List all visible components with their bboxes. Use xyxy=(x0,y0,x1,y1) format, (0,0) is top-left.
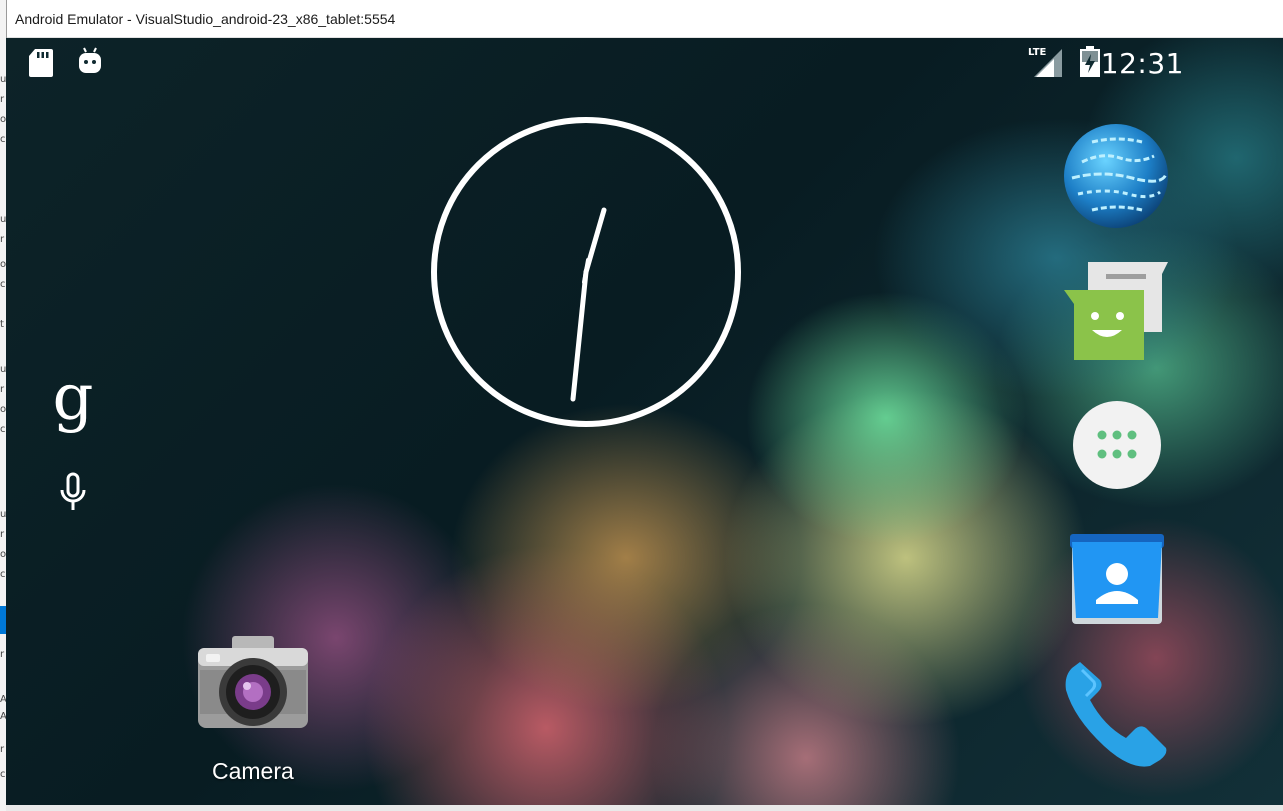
contacts-icon[interactable] xyxy=(1068,532,1166,628)
messaging-icon[interactable] xyxy=(1062,260,1172,364)
background-text-fragment: c xyxy=(0,769,6,780)
window-bottom-border xyxy=(6,805,1283,811)
lte-signal-indicator: LTE xyxy=(1028,47,1066,77)
cell-signal-icon xyxy=(1034,49,1062,77)
background-text-fragment: r xyxy=(0,234,5,245)
camera-icon xyxy=(198,636,308,728)
analog-clock-widget[interactable] xyxy=(430,116,742,428)
background-text-fragment: c xyxy=(0,279,6,290)
phone-icon[interactable] xyxy=(1060,656,1172,768)
window-title: Android Emulator - VisualStudio_android-… xyxy=(15,11,396,27)
status-bar-clock: 12:31 xyxy=(1100,47,1184,80)
browser-icon[interactable] xyxy=(1062,122,1170,230)
background-text-fragment: c xyxy=(0,134,6,145)
background-text-fragment: r xyxy=(0,744,5,755)
camera-shortcut[interactable]: Camera xyxy=(186,628,318,788)
android-home-screen[interactable]: LTE 12:31 g Camera xyxy=(6,38,1283,805)
background-text-fragment: t xyxy=(0,319,4,330)
sd-card-icon xyxy=(29,49,53,77)
app-drawer-icon[interactable] xyxy=(1072,400,1162,490)
title-bar[interactable]: Android Emulator - VisualStudio_android-… xyxy=(7,0,1283,38)
background-text-fragment: r xyxy=(0,384,5,395)
background-text-fragment: r xyxy=(0,529,5,540)
google-search-icon[interactable]: g xyxy=(52,366,94,436)
background-text-fragment: c xyxy=(0,569,6,580)
battery-charging-icon xyxy=(1080,46,1100,77)
background-text-fragment: r xyxy=(0,94,5,105)
background-text-fragment: r xyxy=(0,649,5,660)
background-text-fragment: c xyxy=(0,424,6,435)
voice-search-icon[interactable] xyxy=(58,472,88,514)
android-debug-icon xyxy=(79,47,101,73)
clock-minute-hand xyxy=(570,269,589,402)
camera-label: Camera xyxy=(212,758,294,784)
